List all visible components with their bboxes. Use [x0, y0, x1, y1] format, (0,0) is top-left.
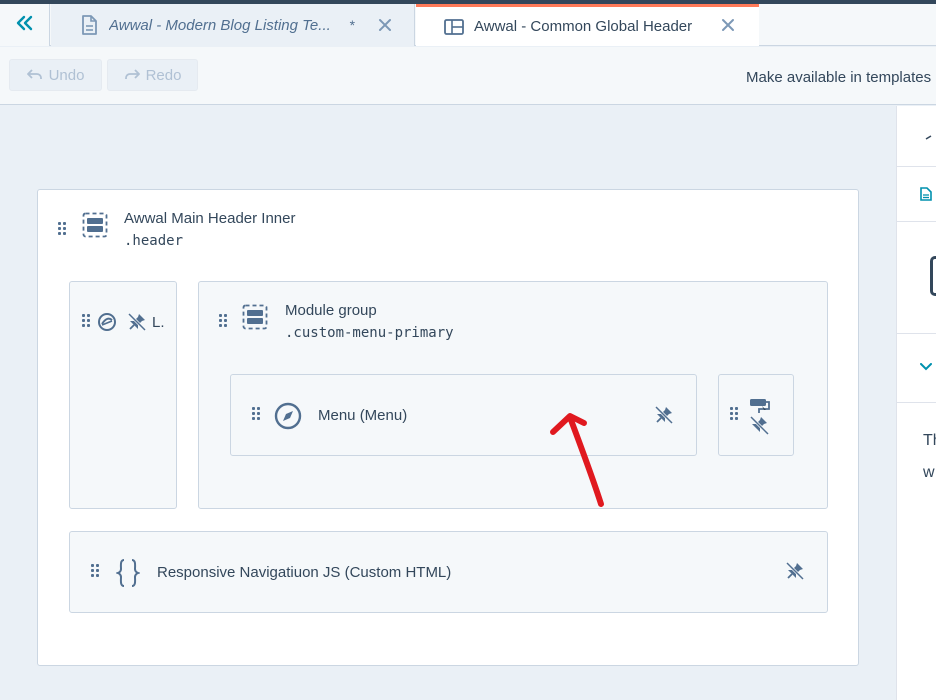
document-icon — [919, 186, 933, 202]
redo-icon — [124, 67, 140, 84]
redo-label: Redo — [145, 66, 182, 84]
curly-braces-icon — [115, 556, 141, 590]
module-label: Responsive Navigatiuon JS (Custom HTML) — [157, 564, 452, 581]
collapse-sidebar-button[interactable] — [0, 4, 50, 46]
custom-html-module[interactable]: Responsive Navigatiuon JS (Custom HTML) — [69, 531, 828, 613]
document-icon — [79, 15, 99, 35]
section-class-name: .header — [124, 233, 184, 249]
unsaved-marker: * — [349, 17, 355, 33]
drag-handle-icon[interactable] — [219, 314, 227, 330]
compass-icon — [273, 401, 303, 431]
drag-handle-icon[interactable] — [82, 314, 90, 330]
chevron-down-icon[interactable] — [919, 360, 933, 374]
module-label: L. — [152, 314, 165, 331]
make-available-toggle-label[interactable]: Make available in templates — [746, 69, 931, 86]
layout-canvas: Awwal Main Header Inner .header L. Modul… — [37, 189, 859, 666]
double-chevron-left-icon — [16, 15, 34, 36]
panel-text-line: Th — [923, 432, 936, 449]
divider — [897, 166, 936, 167]
group-title: Module group — [285, 302, 377, 319]
unpin-icon[interactable] — [785, 561, 805, 581]
divider — [897, 221, 936, 222]
drag-handle-icon[interactable] — [730, 407, 738, 423]
logo-icon — [97, 312, 117, 332]
tab-label: Awwal - Modern Blog Listing Te... — [109, 16, 331, 34]
tab-label: Awwal - Common Global Header — [474, 18, 693, 35]
undo-button[interactable]: Undo — [9, 59, 102, 91]
divider — [897, 402, 936, 403]
close-tab-icon[interactable] — [377, 17, 393, 33]
group-icon — [242, 304, 268, 330]
menu-module[interactable]: Menu (Menu) — [230, 374, 697, 456]
tab-modern-blog-listing[interactable]: Awwal - Modern Blog Listing Te... * — [51, 4, 415, 46]
logo-module-column[interactable]: L. — [69, 281, 177, 509]
annotation-arrow — [550, 413, 604, 507]
divider — [897, 333, 936, 334]
right-sidebar-panel: Th w — [896, 106, 936, 700]
unpin-icon[interactable] — [654, 405, 674, 425]
redo-button[interactable]: Redo — [107, 59, 198, 91]
unpin-icon — [127, 312, 147, 332]
drag-handle-icon[interactable] — [252, 407, 260, 423]
tab-bar: Awwal - Modern Blog Listing Te... * Awwa… — [0, 0, 936, 46]
module-group[interactable]: Module group .custom-menu-primary Menu (… — [198, 281, 828, 509]
undo-icon — [26, 67, 43, 84]
group-icon — [82, 212, 108, 238]
secondary-module[interactable] — [718, 374, 794, 456]
paint-roller-icon — [748, 397, 772, 435]
undo-label: Undo — [48, 66, 85, 84]
group-class-name: .custom-menu-primary — [285, 325, 454, 341]
preview-thumbnail — [930, 256, 936, 296]
back-arrow-icon[interactable] — [923, 134, 933, 144]
module-label: Menu (Menu) — [318, 407, 408, 424]
drag-handle-icon[interactable] — [58, 222, 66, 238]
layout-icon — [444, 17, 464, 37]
tab-common-global-header[interactable]: Awwal - Common Global Header — [416, 4, 759, 46]
editor-toolbar: Undo Redo Make available in templates — [0, 47, 936, 105]
close-tab-icon[interactable] — [720, 17, 736, 33]
drag-handle-icon[interactable] — [91, 564, 99, 580]
section-title: Awwal Main Header Inner — [124, 210, 296, 227]
panel-text-line: w — [923, 464, 935, 481]
